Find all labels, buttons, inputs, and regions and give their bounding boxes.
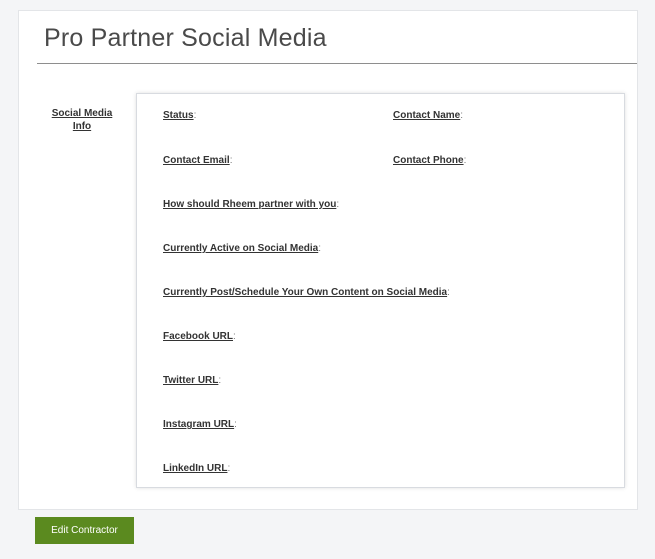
field-contact-name: Contact Name: bbox=[393, 110, 463, 121]
contact-name-separator: : bbox=[460, 110, 464, 121]
field-own-content: Currently Post/Schedule Your Own Content… bbox=[163, 287, 450, 298]
section-label: Social Media Info bbox=[51, 108, 113, 132]
page: Pro Partner Social Media Social Media In… bbox=[0, 0, 655, 559]
twitter-url-separator: : bbox=[218, 375, 222, 386]
own-content-label: Currently Post/Schedule Your Own Content… bbox=[163, 287, 448, 298]
field-facebook-url: Facebook URL: bbox=[163, 331, 236, 342]
linkedin-url-label: LinkedIn URL bbox=[163, 463, 228, 474]
linkedin-url-separator: : bbox=[227, 463, 231, 474]
title-divider bbox=[37, 63, 637, 64]
contact-email-separator: : bbox=[229, 155, 233, 166]
instagram-url-separator: : bbox=[234, 419, 237, 430]
instagram-url-label: Instagram URL bbox=[163, 419, 235, 430]
contact-phone-separator: : bbox=[463, 155, 467, 166]
status-separator: : bbox=[193, 110, 197, 121]
own-content-separator: : bbox=[447, 287, 450, 298]
contact-email-label: Contact Email bbox=[163, 155, 230, 166]
edit-contractor-button[interactable]: Edit Contractor bbox=[35, 517, 134, 544]
page-title: Pro Partner Social Media bbox=[44, 24, 327, 52]
field-linkedin-url: LinkedIn URL: bbox=[163, 463, 230, 474]
contact-name-label: Contact Name bbox=[393, 110, 461, 121]
field-partner-with-you: How should Rheem partner with you: bbox=[163, 199, 339, 210]
social-media-info-panel: Status: Contact Name: Contact Email: Con… bbox=[136, 93, 625, 488]
facebook-url-separator: : bbox=[233, 331, 236, 342]
content-card: Pro Partner Social Media Social Media In… bbox=[18, 10, 638, 510]
active-social-label: Currently Active on Social Media bbox=[163, 243, 319, 254]
field-contact-email: Contact Email: bbox=[163, 155, 232, 166]
partner-with-you-label: How should Rheem partner with you bbox=[163, 199, 337, 210]
twitter-url-label: Twitter URL bbox=[163, 375, 219, 386]
status-label: Status bbox=[163, 110, 194, 121]
facebook-url-label: Facebook URL bbox=[163, 331, 234, 342]
field-active-social: Currently Active on Social Media: bbox=[163, 243, 321, 254]
field-status: Status: bbox=[163, 110, 196, 121]
field-twitter-url: Twitter URL: bbox=[163, 375, 221, 386]
field-instagram-url: Instagram URL: bbox=[163, 419, 237, 430]
contact-phone-label: Contact Phone bbox=[393, 155, 464, 166]
partner-with-you-separator: : bbox=[336, 199, 340, 210]
active-social-separator: : bbox=[318, 243, 322, 254]
field-contact-phone: Contact Phone: bbox=[393, 155, 466, 166]
